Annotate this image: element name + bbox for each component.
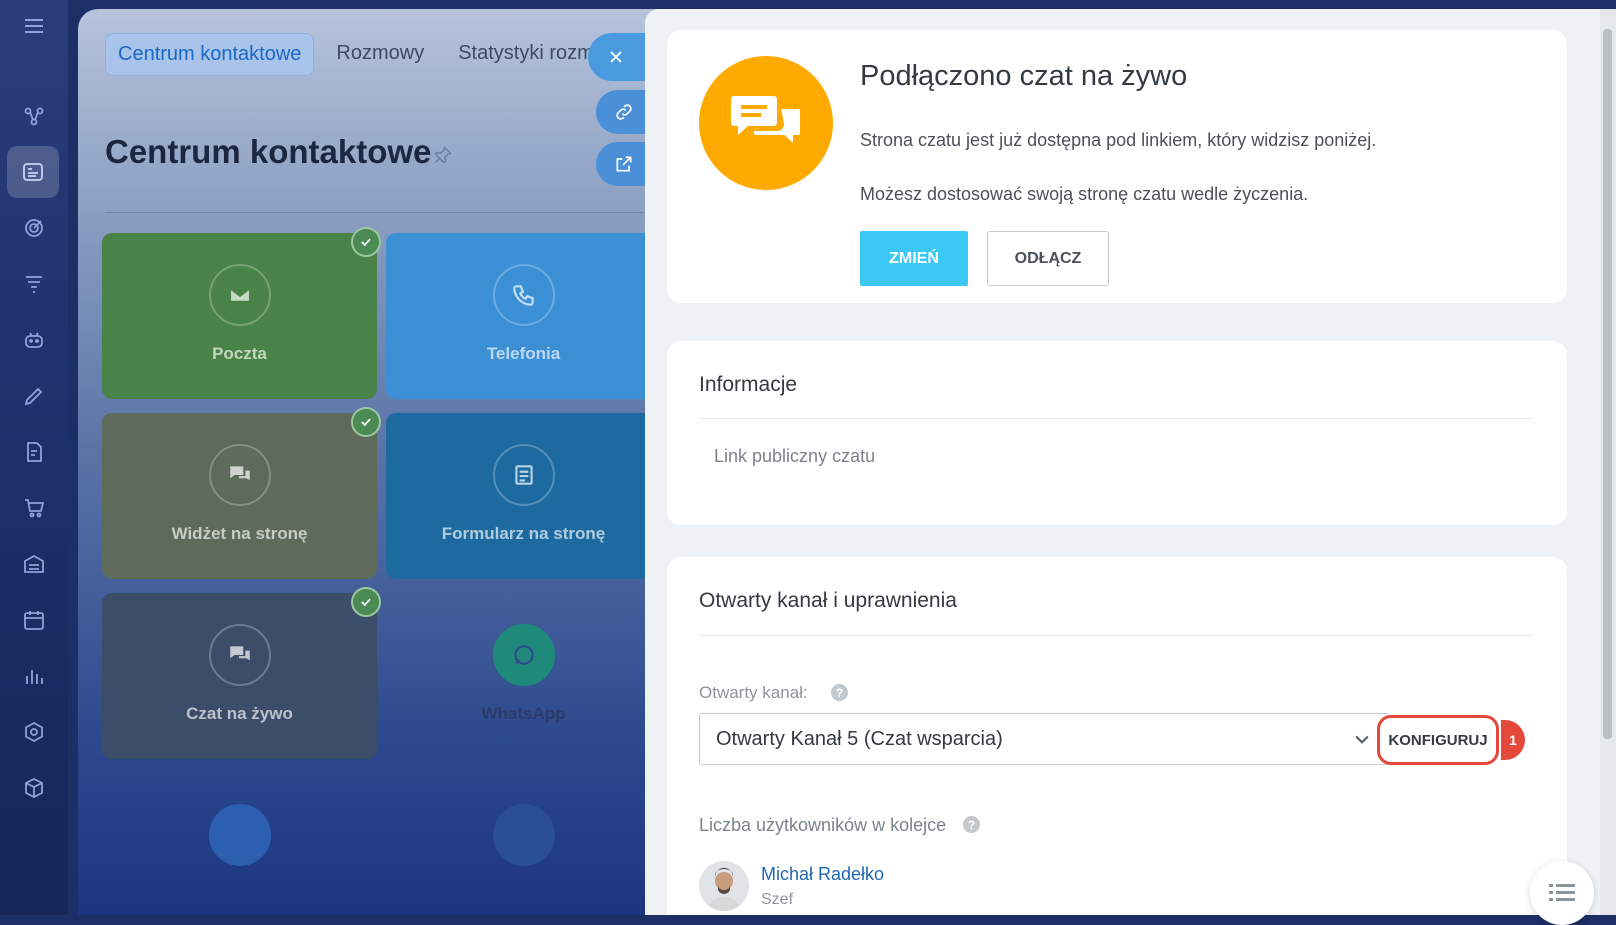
- check-icon: [351, 227, 381, 257]
- phone-icon: [492, 264, 555, 326]
- target-icon[interactable]: [18, 212, 50, 244]
- title-divider: [105, 212, 665, 213]
- pin-icon[interactable]: [433, 145, 453, 165]
- scrollbar[interactable]: [1600, 9, 1616, 915]
- hexagon-icon[interactable]: [18, 716, 50, 748]
- help-icon[interactable]: ?: [963, 816, 980, 833]
- chat-round-icon: [208, 804, 271, 866]
- chat-bubbles-icon: [731, 96, 802, 148]
- open-channel-select[interactable]: Otwarty Kanał 5 (Czat wsparcia): [699, 713, 1389, 765]
- user-name-link[interactable]: Michał Radełko: [761, 864, 884, 885]
- connected-card: Podłączono czat na żywo Strona czatu jes…: [667, 30, 1567, 303]
- tile-label: Formularz na stronę: [441, 524, 606, 543]
- tile-whatsapp[interactable]: WhatsApp: [386, 593, 661, 759]
- tile-telephony[interactable]: Telefonia: [386, 233, 661, 399]
- check-icon: [351, 587, 381, 617]
- warehouse-icon[interactable]: [18, 548, 50, 580]
- close-slider-button[interactable]: [588, 33, 648, 81]
- form-icon: [492, 444, 555, 506]
- background-tabs: Centrum kontaktowe Rozmowy Statystyki ro…: [105, 33, 606, 76]
- avatar: [699, 861, 749, 911]
- disconnect-button[interactable]: ODŁĄCZ: [987, 231, 1109, 286]
- crm-flow-icon[interactable]: [18, 100, 50, 132]
- live-chat-logo: [699, 56, 833, 190]
- box-icon[interactable]: [18, 772, 50, 804]
- information-card: Informacje Link publiczny czatu: [667, 341, 1567, 525]
- queue-users-label: Liczba użytkowników w kolejce: [699, 815, 947, 835]
- connected-heading: Podłączono czat na żywo: [860, 60, 1188, 92]
- chevron-down-icon: [1352, 729, 1372, 749]
- tile-mail[interactable]: Poczta: [102, 227, 381, 399]
- tile-live-chat[interactable]: Czat na żywo: [102, 587, 381, 759]
- pen-icon[interactable]: [18, 380, 50, 412]
- tab-conversations[interactable]: Rozmowy: [324, 33, 436, 76]
- olx-icon: [492, 804, 555, 866]
- info-text-2: Możesz dostosować swoją stronę czatu wed…: [860, 184, 1309, 204]
- open-channel-heading: Otwarty kanał i uprawnienia: [699, 589, 957, 612]
- mail-icon: [208, 264, 271, 326]
- tile-label: Poczta: [212, 344, 267, 363]
- chat-bubbles-icon: [208, 624, 271, 686]
- public-link-label: Link publiczny czatu: [714, 446, 876, 466]
- change-button[interactable]: ZMIEŃ: [860, 231, 968, 286]
- robot-icon[interactable]: [18, 324, 50, 356]
- user-role: Szef: [761, 891, 794, 908]
- information-heading: Informacje: [699, 373, 798, 396]
- contact-center-icon[interactable]: [7, 146, 59, 198]
- whatsapp-icon: [492, 624, 555, 686]
- help-icon[interactable]: ?: [831, 684, 848, 701]
- configure-button[interactable]: KONFIGURUJ: [1377, 715, 1499, 765]
- global-sidebar: [0, 0, 68, 915]
- tile-olx[interactable]: [386, 773, 661, 915]
- chat-bubbles-icon: [208, 444, 271, 506]
- tab-contact-center[interactable]: Centrum kontaktowe: [105, 33, 315, 76]
- tile-label: Widżet na stronę: [171, 524, 308, 543]
- cart-icon[interactable]: [18, 492, 50, 524]
- live-chat-settings-panel: Podłączono czat na żywo Strona czatu jes…: [645, 9, 1600, 915]
- scrollbar-thumb[interactable]: [1603, 29, 1612, 739]
- tab-statistics[interactable]: Statystyki rozm: [446, 33, 606, 76]
- divider: [699, 635, 1533, 636]
- hamburger-menu-icon[interactable]: [18, 10, 50, 42]
- tile-more-1[interactable]: [102, 773, 377, 915]
- tile-label: Czat na żywo: [186, 704, 293, 723]
- tile-label: WhatsApp: [481, 704, 566, 723]
- tile-widget[interactable]: Widżet na stronę: [102, 407, 381, 579]
- step-badge: 1: [1501, 720, 1525, 760]
- page-title: Centrum kontaktowe: [105, 133, 432, 170]
- list-icon: [1549, 884, 1575, 901]
- background-page: Centrum kontaktowe Rozmowy Statystyki ro…: [78, 9, 678, 915]
- info-text-1: Strona czatu jest już dostępna pod linki…: [860, 130, 1377, 150]
- menu-button[interactable]: [1530, 861, 1594, 925]
- tile-form[interactable]: Formularz na stronę: [386, 413, 661, 579]
- open-channel-card: Otwarty kanał i uprawnienia Otwarty kana…: [667, 557, 1567, 915]
- analytics-icon[interactable]: [18, 660, 50, 692]
- funnel-icon[interactable]: [18, 268, 50, 300]
- open-channel-label: Otwarty kanał:: [699, 683, 808, 702]
- document-edit-icon[interactable]: [18, 436, 50, 468]
- open-channel-value: Otwarty Kanał 5 (Czat wsparcia): [716, 728, 1003, 750]
- calendar-icon[interactable]: [18, 604, 50, 636]
- tile-label: Telefonia: [486, 344, 561, 363]
- check-icon: [351, 407, 381, 437]
- divider: [699, 418, 1533, 419]
